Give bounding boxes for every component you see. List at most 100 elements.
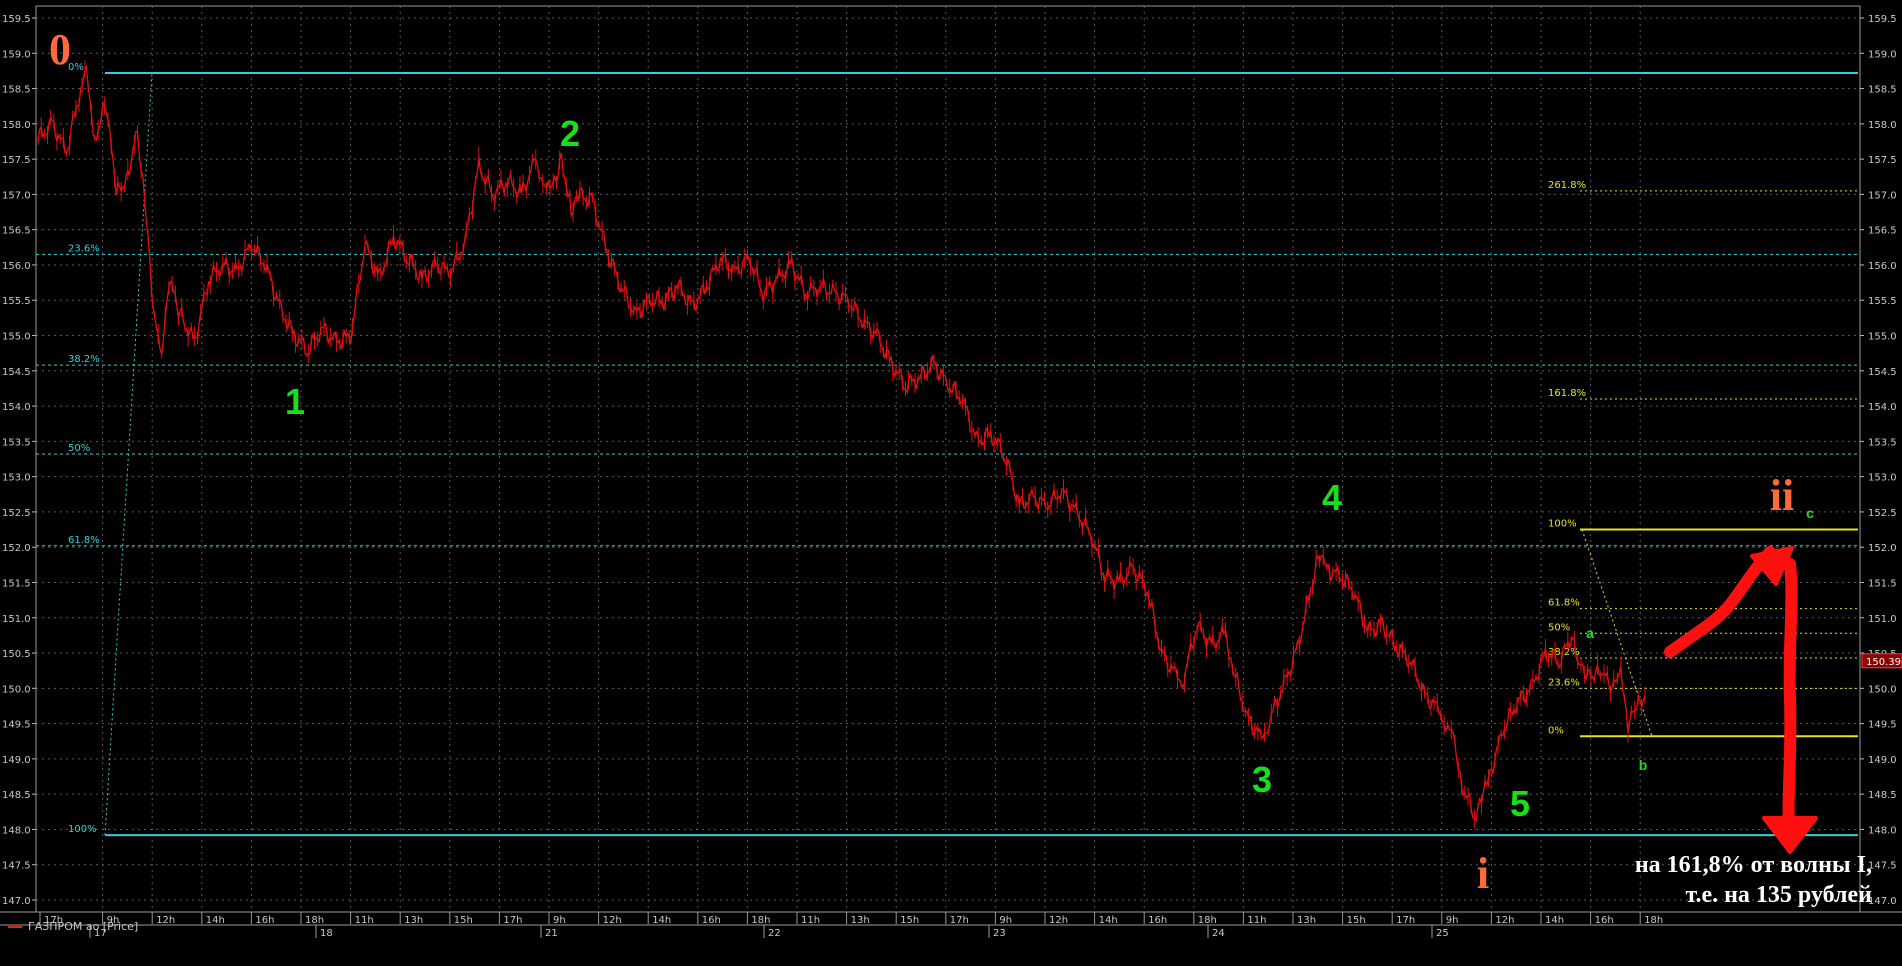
y-tick-label-right: 148.0 [1868,825,1897,836]
y-tick-label-left: 149.0 [2,755,31,766]
wave-label: 4 [1322,477,1342,518]
y-tick-label-left: 159.5 [2,14,31,25]
x-time-label: 18h [1644,915,1663,926]
x-date-label: 25 [1436,928,1449,939]
y-tick-label-left: 156.5 [2,226,31,237]
forecast-note-line2: т.е. на 135 рублей [1685,882,1872,908]
x-time-label: 14h [1545,915,1564,926]
wave-label: b [1639,757,1648,773]
y-tick-label-right: 153.5 [1868,437,1897,448]
down-arrow-shaft [1782,558,1798,846]
y-tick-label-right: 156.5 [1868,226,1897,237]
wave-label: 3 [1252,759,1272,800]
y-tick-label-left: 149.5 [2,720,31,731]
x-time-label: 18h [751,915,770,926]
x-time-label: 18h [1198,915,1217,926]
y-tick-label-left: 157.0 [2,190,31,201]
x-time-label: 13h [404,915,423,926]
x-time-label: 17h [1396,915,1415,926]
y-tick-label-left: 151.0 [2,614,31,625]
wave-label: 5 [1510,783,1530,824]
x-axis: 17h 9h 12h 14h 16h 18h 11h 13h 15h 17h 9h 12h 14h 16h… [0,912,1902,939]
x-time-label: 9h [999,915,1012,926]
wave-label: i [1477,849,1489,898]
fib-main-label: 100% [68,824,97,835]
fib-main-label: 23.6% [68,243,100,254]
wave-labels: 012345iii cab [49,25,1814,898]
x-time-label: 13h [1297,915,1316,926]
x-date-label: 21 [545,928,558,939]
x-time-label: 11h [801,915,820,926]
x-time-label: 16h [255,915,274,926]
x-time-label: 12h [603,915,622,926]
y-tick-label-right: 155.5 [1868,296,1897,307]
x-time-label: 18h [305,915,324,926]
x-time-label: 14h [206,915,225,926]
x-time-label: 9h [1446,915,1459,926]
y-tick-label-right: 148.5 [1868,790,1897,801]
fib-small-label: 161.8% [1548,388,1586,399]
y-tick-label-right: 158.5 [1868,85,1897,96]
wave-label: 1 [285,381,305,422]
y-tick-label-left: 159.0 [2,49,31,60]
x-time-label: 9h [553,915,566,926]
x-time-label: 12h [1049,915,1068,926]
chart-grid [0,5,1902,913]
x-time-label: 12h [1495,915,1514,926]
fib-main-label: 61.8% [68,535,100,546]
forecast-note-line1: на 161,8% от волны I, [1634,852,1872,878]
wave-label: ii [1770,471,1794,520]
y-tick-label-right: 147.0 [1868,896,1897,907]
x-time-label: 12h [156,915,175,926]
x-time-label: 11h [355,915,374,926]
x-time-label: 16h [1148,915,1167,926]
x-time-label: 17h [950,915,969,926]
fib-small-label: 0% [1548,725,1564,736]
y-tick-label-left: 148.5 [2,790,31,801]
x-time-label: 11h [1247,915,1266,926]
y-tick-label-left: 152.5 [2,508,31,519]
fib-small-label: 61.8% [1548,598,1580,609]
wave-label: 2 [560,113,580,154]
y-tick-label-left: 148.0 [2,825,31,836]
y-tick-label-left: 153.0 [2,473,31,484]
x-time-label: 16h [702,915,721,926]
y-tick-label-right: 157.0 [1868,190,1897,201]
x-time-label: 15h [1347,915,1366,926]
y-tick-label-right: 159.0 [1868,49,1897,60]
y-tick-label-left: 154.5 [2,367,31,378]
fib-small-label: 261.8% [1548,180,1586,191]
y-tick-label-right: 158.0 [1868,120,1897,131]
y-tick-label-left: 150.5 [2,649,31,660]
fibonacci-retracement-main: 0% 23.6% 38.2% 50% 61.8% 100% [36,62,1858,837]
y-tick-label-right: 156.0 [1868,261,1897,272]
y-tick-label-right: 157.5 [1868,155,1897,166]
price-chart[interactable]: 0%23.6%38.2%50%61.8%100% 261.8%161.8%100… [0,0,1902,966]
y-tick-label-left: 153.5 [2,437,31,448]
plot-frame [35,5,1861,913]
y-tick-label-left: 155.0 [2,332,31,343]
x-date-label: 24 [1212,928,1225,939]
x-time-label: 15h [454,915,473,926]
y-tick-label-left: 154.0 [2,402,31,413]
y-tick-label-right: 151.0 [1868,614,1897,625]
y-tick-label-right: 154.5 [1868,367,1897,378]
fib-main-label: 50% [68,443,90,454]
y-tick-label-left: 150.0 [2,684,31,695]
wave-label: a [1586,625,1594,641]
x-time-label: 14h [652,915,671,926]
x-time-label: 15h [900,915,919,926]
y-tick-label-left: 158.5 [2,85,31,96]
y-tick-label-right: 152.0 [1868,543,1897,554]
y-tick-label-right: 150.0 [1868,684,1897,695]
y-tick-label-right: 152.5 [1868,508,1897,519]
price-line [37,64,1646,823]
series-name: ГАЗПРОМ ао [Price] [28,920,139,933]
y-tick-label-left: 147.5 [2,861,31,872]
wave-label: 0 [49,25,71,74]
y-tick-label-left: 151.5 [2,578,31,589]
y-tick-label-right: 154.0 [1868,402,1897,413]
x-time-label: 17h [503,915,522,926]
y-tick-label-left: 155.5 [2,296,31,307]
y-tick-label-left: 158.0 [2,120,31,131]
